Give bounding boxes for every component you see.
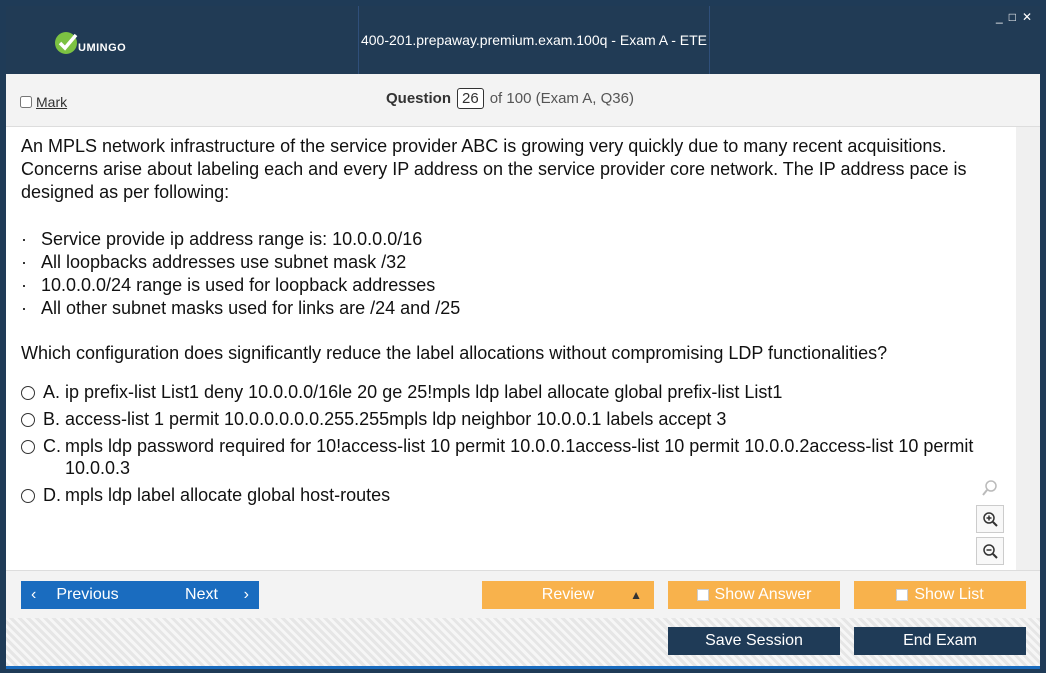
zoom-out-icon[interactable]	[976, 537, 1004, 565]
option-d[interactable]: D. mpls ldp label allocate global host-ro…	[21, 484, 1021, 506]
end-exam-button[interactable]: End Exam	[854, 627, 1026, 655]
option-a[interactable]: A. ip prefix-list List1 deny 10.0.0.0/16l…	[21, 381, 1021, 403]
question-intro: An MPLS network infrastructure of the se…	[21, 136, 967, 202]
review-label: Review	[541, 586, 595, 603]
save-session-label: Save Session	[705, 632, 803, 649]
question-of-text: of 100 (Exam A, Q36)	[489, 90, 634, 107]
previous-label: Previous	[56, 586, 119, 603]
show-answer-checkbox[interactable]	[696, 588, 709, 601]
save-session-button[interactable]: Save Session	[668, 627, 840, 655]
radio-icon[interactable]	[21, 413, 35, 427]
previous-button[interactable]: ‹ Previous	[21, 581, 154, 609]
caret-up-icon: ▲	[630, 588, 642, 602]
radio-icon[interactable]	[21, 386, 35, 400]
show-list-label: Show List	[914, 586, 984, 603]
window-controls: _ □ ✕	[996, 10, 1032, 24]
list-item: · 10.0.0.0/24 range is used for loopback …	[21, 275, 436, 295]
end-exam-label: End Exam	[903, 632, 977, 649]
window-border	[6, 666, 1040, 669]
zoom-in-icon[interactable]	[976, 505, 1004, 533]
nav-bar: ‹ Previous Next › Review ▲ Show Answer S…	[6, 570, 1040, 619]
chevron-right-icon: ›	[243, 586, 249, 603]
review-button[interactable]: Review ▲	[482, 581, 654, 609]
close-icon[interactable]: ✕	[1022, 10, 1032, 24]
question-label: Question	[386, 90, 452, 107]
answer-options: A. ip prefix-list List1 deny 10.0.0.0/16l…	[21, 381, 1021, 511]
chevron-left-icon: ‹	[31, 586, 37, 603]
option-b[interactable]: B. access-list 1 permit 10.0.0.0.0.0.255.…	[21, 408, 1021, 430]
option-c[interactable]: C. mpls ldp password required for 10!acce…	[21, 435, 1021, 479]
show-answer-label: Show Answer	[714, 586, 812, 603]
question-header: Mark Question 26 of 100 (Exam A, Q36)	[6, 74, 1040, 127]
mark-check-input[interactable]	[20, 96, 32, 108]
list-item: · All loopbacks addresses use subnet mask…	[21, 252, 407, 272]
search-icon[interactable]	[977, 475, 1003, 501]
next-label: Next	[185, 586, 218, 603]
mark-checkbox[interactable]: Mark	[20, 94, 67, 110]
next-button[interactable]: Next ›	[144, 581, 259, 609]
footer-area: Save Session End Exam	[6, 618, 1040, 666]
scrollbar[interactable]	[1016, 127, 1040, 570]
mark-label: Mark	[36, 94, 68, 110]
minimize-icon[interactable]: _	[996, 10, 1003, 24]
question-number-input[interactable]: 26	[457, 88, 484, 109]
radio-icon[interactable]	[21, 489, 35, 503]
list-item: · All other subnet masks used for links a…	[21, 298, 461, 318]
app-logo: UMINGO	[54, 30, 126, 56]
title-bar: UMINGO 400-201.prepaway.premium.exam.100…	[6, 6, 1040, 116]
question-counter: Question 26 of 100 (Exam A, Q36)	[386, 88, 634, 109]
app-window: UMINGO 400-201.prepaway.premium.exam.100…	[0, 0, 1046, 673]
radio-icon[interactable]	[21, 440, 35, 454]
bullet-list: · Service provide ip address range is: 10…	[21, 228, 460, 320]
show-answer-button[interactable]: Show Answer	[668, 581, 840, 609]
window-title: 400-201.prepaway.premium.exam.100q - Exa…	[358, 6, 710, 116]
maximize-icon[interactable]: □	[1009, 10, 1016, 24]
logo-text: UMINGO	[78, 42, 127, 54]
question-prompt: Which configuration does significantly r…	[21, 343, 888, 363]
list-item: · Service provide ip address range is: 10…	[21, 229, 423, 249]
show-list-button[interactable]: Show List	[854, 581, 1026, 609]
zoom-controls	[976, 475, 1004, 565]
question-content: An MPLS network infrastructure of the se…	[6, 127, 1016, 570]
show-list-checkbox[interactable]	[896, 588, 909, 601]
